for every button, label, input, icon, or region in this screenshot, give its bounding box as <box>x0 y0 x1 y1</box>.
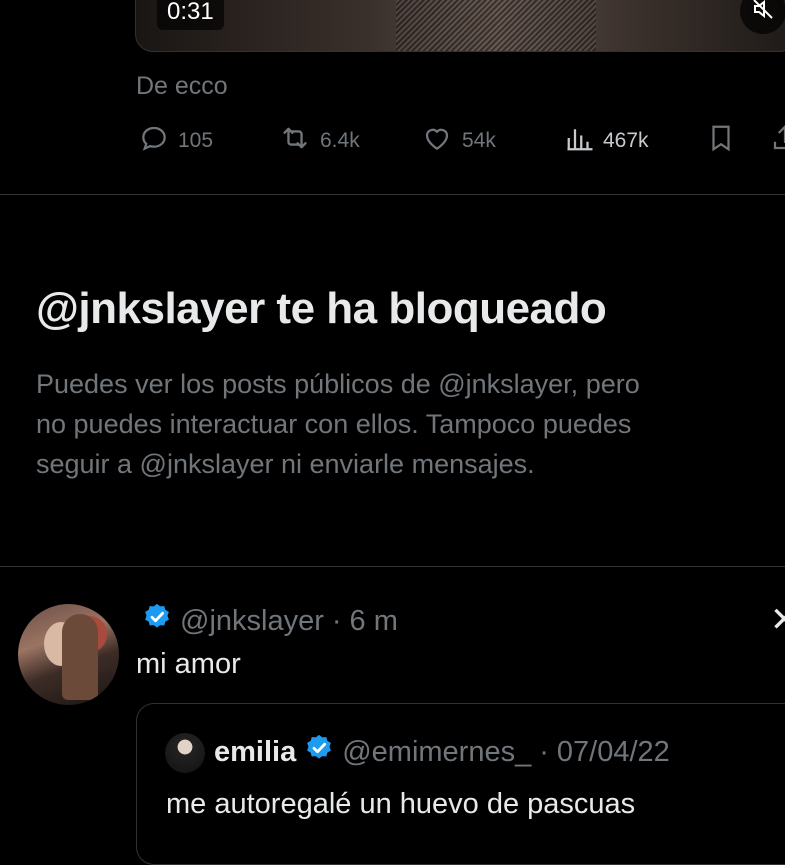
reply-post-text: mi amor <box>136 648 241 680</box>
quoted-author-handle: @emimernes_ <box>342 735 532 768</box>
reply-post-header: @jnkslayer · 6 m <box>142 602 398 640</box>
blocked-description-line: Puedes ver los posts públicos de @jnksla… <box>36 369 640 399</box>
share-action[interactable] <box>770 122 785 160</box>
post-divider <box>0 194 785 195</box>
quoted-post-header: emilia @emimernes_ · 07/04/22 <box>214 733 670 771</box>
source-text: De ecco <box>136 72 228 100</box>
blocked-description: Puedes ver los posts públicos de @jnksla… <box>36 364 785 484</box>
views-chart-icon <box>565 122 595 160</box>
video-thumbnail[interactable] <box>135 0 785 52</box>
share-icon <box>770 122 785 160</box>
repost-icon <box>278 122 312 160</box>
quoted-post-date: 07/04/22 <box>556 735 670 768</box>
heart-icon <box>420 122 454 160</box>
quoted-post-card[interactable] <box>136 703 785 865</box>
repost-action[interactable]: 6.4k <box>278 122 360 160</box>
reply-icon <box>138 122 170 160</box>
close-icon[interactable]: ✕ <box>770 600 785 640</box>
views-action[interactable]: 467k <box>565 122 649 160</box>
muted-speaker-icon <box>751 0 775 26</box>
quoted-avatar <box>165 733 205 773</box>
notice-divider <box>0 566 785 567</box>
separator: · <box>331 604 342 637</box>
reply-count: 105 <box>178 129 214 152</box>
avatar[interactable] <box>18 604 119 705</box>
like-count: 54k <box>462 129 496 152</box>
views-count: 467k <box>603 129 649 152</box>
blocked-description-line: seguir a @jnkslayer ni enviarle mensajes… <box>36 449 535 479</box>
quoted-post-text: me autoregalé un huevo de pascuas <box>166 788 636 820</box>
bookmark-icon <box>706 122 736 160</box>
repost-count: 6.4k <box>320 129 360 152</box>
verified-badge-icon <box>142 602 172 640</box>
author-handle[interactable]: @jnkslayer <box>180 605 324 638</box>
like-action[interactable]: 54k <box>420 122 496 160</box>
video-duration-badge: 0:31 <box>157 0 224 30</box>
bookmark-action[interactable] <box>706 122 736 160</box>
reply-action[interactable]: 105 <box>138 122 213 160</box>
separator: · <box>539 735 549 768</box>
post-time[interactable]: 6 m <box>350 605 398 638</box>
quoted-author-name[interactable]: emilia <box>214 736 296 769</box>
blocked-title: @jnkslayer te ha bloqueado <box>36 284 607 333</box>
blocked-description-line: no puedes interactuar con ellos. Tampoco… <box>36 409 632 439</box>
verified-badge-icon <box>304 733 334 771</box>
